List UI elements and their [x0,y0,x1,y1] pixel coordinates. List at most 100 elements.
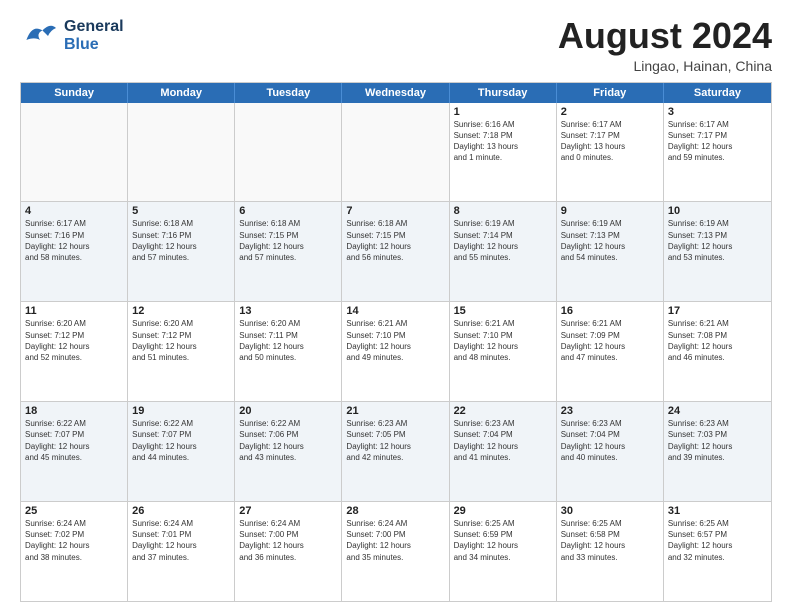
day-info: Sunrise: 6:18 AMSunset: 7:16 PMDaylight:… [132,218,230,263]
day-cell-9: 9Sunrise: 6:19 AMSunset: 7:13 PMDaylight… [557,202,664,301]
day-number: 7 [346,205,444,217]
day-info: Sunrise: 6:24 AMSunset: 7:01 PMDaylight:… [132,518,230,563]
day-info: Sunrise: 6:17 AMSunset: 7:16 PMDaylight:… [25,218,123,263]
day-of-week-wednesday: Wednesday [342,83,449,103]
logo-general-text: General [64,18,124,36]
day-number: 28 [346,505,444,517]
day-number: 10 [668,205,767,217]
day-number: 20 [239,405,337,417]
day-number: 15 [454,305,552,317]
day-cell-6: 6Sunrise: 6:18 AMSunset: 7:15 PMDaylight… [235,202,342,301]
day-number: 2 [561,106,659,118]
day-info: Sunrise: 6:19 AMSunset: 7:13 PMDaylight:… [668,218,767,263]
day-cell-25: 25Sunrise: 6:24 AMSunset: 7:02 PMDayligh… [21,502,128,601]
empty-cell [128,103,235,202]
day-number: 30 [561,505,659,517]
day-cell-3: 3Sunrise: 6:17 AMSunset: 7:17 PMDaylight… [664,103,771,202]
day-cell-7: 7Sunrise: 6:18 AMSunset: 7:15 PMDaylight… [342,202,449,301]
day-info: Sunrise: 6:16 AMSunset: 7:18 PMDaylight:… [454,119,552,164]
calendar-row-2: 4Sunrise: 6:17 AMSunset: 7:16 PMDaylight… [21,202,771,302]
day-cell-18: 18Sunrise: 6:22 AMSunset: 7:07 PMDayligh… [21,402,128,501]
day-number: 11 [25,305,123,317]
day-cell-16: 16Sunrise: 6:21 AMSunset: 7:09 PMDayligh… [557,302,664,401]
day-info: Sunrise: 6:23 AMSunset: 7:04 PMDaylight:… [561,418,659,463]
day-number: 3 [668,106,767,118]
day-cell-31: 31Sunrise: 6:25 AMSunset: 6:57 PMDayligh… [664,502,771,601]
day-info: Sunrise: 6:24 AMSunset: 7:00 PMDaylight:… [239,518,337,563]
day-info: Sunrise: 6:17 AMSunset: 7:17 PMDaylight:… [668,119,767,164]
calendar-row-4: 18Sunrise: 6:22 AMSunset: 7:07 PMDayligh… [21,402,771,502]
day-of-week-monday: Monday [128,83,235,103]
day-of-week-sunday: Sunday [21,83,128,103]
day-info: Sunrise: 6:21 AMSunset: 7:08 PMDaylight:… [668,318,767,363]
day-cell-12: 12Sunrise: 6:20 AMSunset: 7:12 PMDayligh… [128,302,235,401]
calendar-header: SundayMondayTuesdayWednesdayThursdayFrid… [21,83,771,103]
day-info: Sunrise: 6:25 AMSunset: 6:58 PMDaylight:… [561,518,659,563]
day-info: Sunrise: 6:25 AMSunset: 6:59 PMDaylight:… [454,518,552,563]
day-cell-1: 1Sunrise: 6:16 AMSunset: 7:18 PMDaylight… [450,103,557,202]
empty-cell [21,103,128,202]
day-number: 18 [25,405,123,417]
title-section: August 2024 Lingao, Hainan, China [558,16,772,74]
day-cell-10: 10Sunrise: 6:19 AMSunset: 7:13 PMDayligh… [664,202,771,301]
day-cell-24: 24Sunrise: 6:23 AMSunset: 7:03 PMDayligh… [664,402,771,501]
day-info: Sunrise: 6:24 AMSunset: 7:00 PMDaylight:… [346,518,444,563]
day-cell-19: 19Sunrise: 6:22 AMSunset: 7:07 PMDayligh… [128,402,235,501]
calendar-row-5: 25Sunrise: 6:24 AMSunset: 7:02 PMDayligh… [21,502,771,601]
day-number: 9 [561,205,659,217]
day-info: Sunrise: 6:22 AMSunset: 7:06 PMDaylight:… [239,418,337,463]
day-cell-15: 15Sunrise: 6:21 AMSunset: 7:10 PMDayligh… [450,302,557,401]
day-number: 14 [346,305,444,317]
day-info: Sunrise: 6:18 AMSunset: 7:15 PMDaylight:… [239,218,337,263]
day-number: 1 [454,106,552,118]
day-of-week-thursday: Thursday [450,83,557,103]
day-cell-30: 30Sunrise: 6:25 AMSunset: 6:58 PMDayligh… [557,502,664,601]
empty-cell [235,103,342,202]
day-cell-20: 20Sunrise: 6:22 AMSunset: 7:06 PMDayligh… [235,402,342,501]
day-info: Sunrise: 6:22 AMSunset: 7:07 PMDaylight:… [132,418,230,463]
day-cell-26: 26Sunrise: 6:24 AMSunset: 7:01 PMDayligh… [128,502,235,601]
day-number: 26 [132,505,230,517]
day-cell-13: 13Sunrise: 6:20 AMSunset: 7:11 PMDayligh… [235,302,342,401]
day-info: Sunrise: 6:21 AMSunset: 7:10 PMDaylight:… [454,318,552,363]
logo-words: General Blue [64,18,124,53]
day-number: 27 [239,505,337,517]
logo: General Blue [20,16,124,56]
day-number: 24 [668,405,767,417]
day-info: Sunrise: 6:18 AMSunset: 7:15 PMDaylight:… [346,218,444,263]
calendar: SundayMondayTuesdayWednesdayThursdayFrid… [20,82,772,602]
day-number: 13 [239,305,337,317]
calendar-body: 1Sunrise: 6:16 AMSunset: 7:18 PMDaylight… [21,103,771,601]
logo-icon [20,16,60,56]
empty-cell [342,103,449,202]
day-info: Sunrise: 6:17 AMSunset: 7:17 PMDaylight:… [561,119,659,164]
day-number: 31 [668,505,767,517]
page: General Blue August 2024 Lingao, Hainan,… [0,0,792,612]
calendar-row-1: 1Sunrise: 6:16 AMSunset: 7:18 PMDaylight… [21,103,771,203]
day-cell-4: 4Sunrise: 6:17 AMSunset: 7:16 PMDaylight… [21,202,128,301]
day-number: 29 [454,505,552,517]
day-info: Sunrise: 6:21 AMSunset: 7:10 PMDaylight:… [346,318,444,363]
day-info: Sunrise: 6:22 AMSunset: 7:07 PMDaylight:… [25,418,123,463]
day-number: 4 [25,205,123,217]
day-number: 17 [668,305,767,317]
day-cell-8: 8Sunrise: 6:19 AMSunset: 7:14 PMDaylight… [450,202,557,301]
day-info: Sunrise: 6:23 AMSunset: 7:05 PMDaylight:… [346,418,444,463]
day-cell-23: 23Sunrise: 6:23 AMSunset: 7:04 PMDayligh… [557,402,664,501]
day-number: 16 [561,305,659,317]
day-number: 8 [454,205,552,217]
day-number: 22 [454,405,552,417]
calendar-row-3: 11Sunrise: 6:20 AMSunset: 7:12 PMDayligh… [21,302,771,402]
main-title: August 2024 [558,16,772,56]
day-of-week-friday: Friday [557,83,664,103]
day-number: 5 [132,205,230,217]
day-info: Sunrise: 6:20 AMSunset: 7:12 PMDaylight:… [25,318,123,363]
day-cell-29: 29Sunrise: 6:25 AMSunset: 6:59 PMDayligh… [450,502,557,601]
day-cell-21: 21Sunrise: 6:23 AMSunset: 7:05 PMDayligh… [342,402,449,501]
day-cell-14: 14Sunrise: 6:21 AMSunset: 7:10 PMDayligh… [342,302,449,401]
day-info: Sunrise: 6:25 AMSunset: 6:57 PMDaylight:… [668,518,767,563]
day-info: Sunrise: 6:21 AMSunset: 7:09 PMDaylight:… [561,318,659,363]
day-number: 23 [561,405,659,417]
day-cell-5: 5Sunrise: 6:18 AMSunset: 7:16 PMDaylight… [128,202,235,301]
day-cell-27: 27Sunrise: 6:24 AMSunset: 7:00 PMDayligh… [235,502,342,601]
